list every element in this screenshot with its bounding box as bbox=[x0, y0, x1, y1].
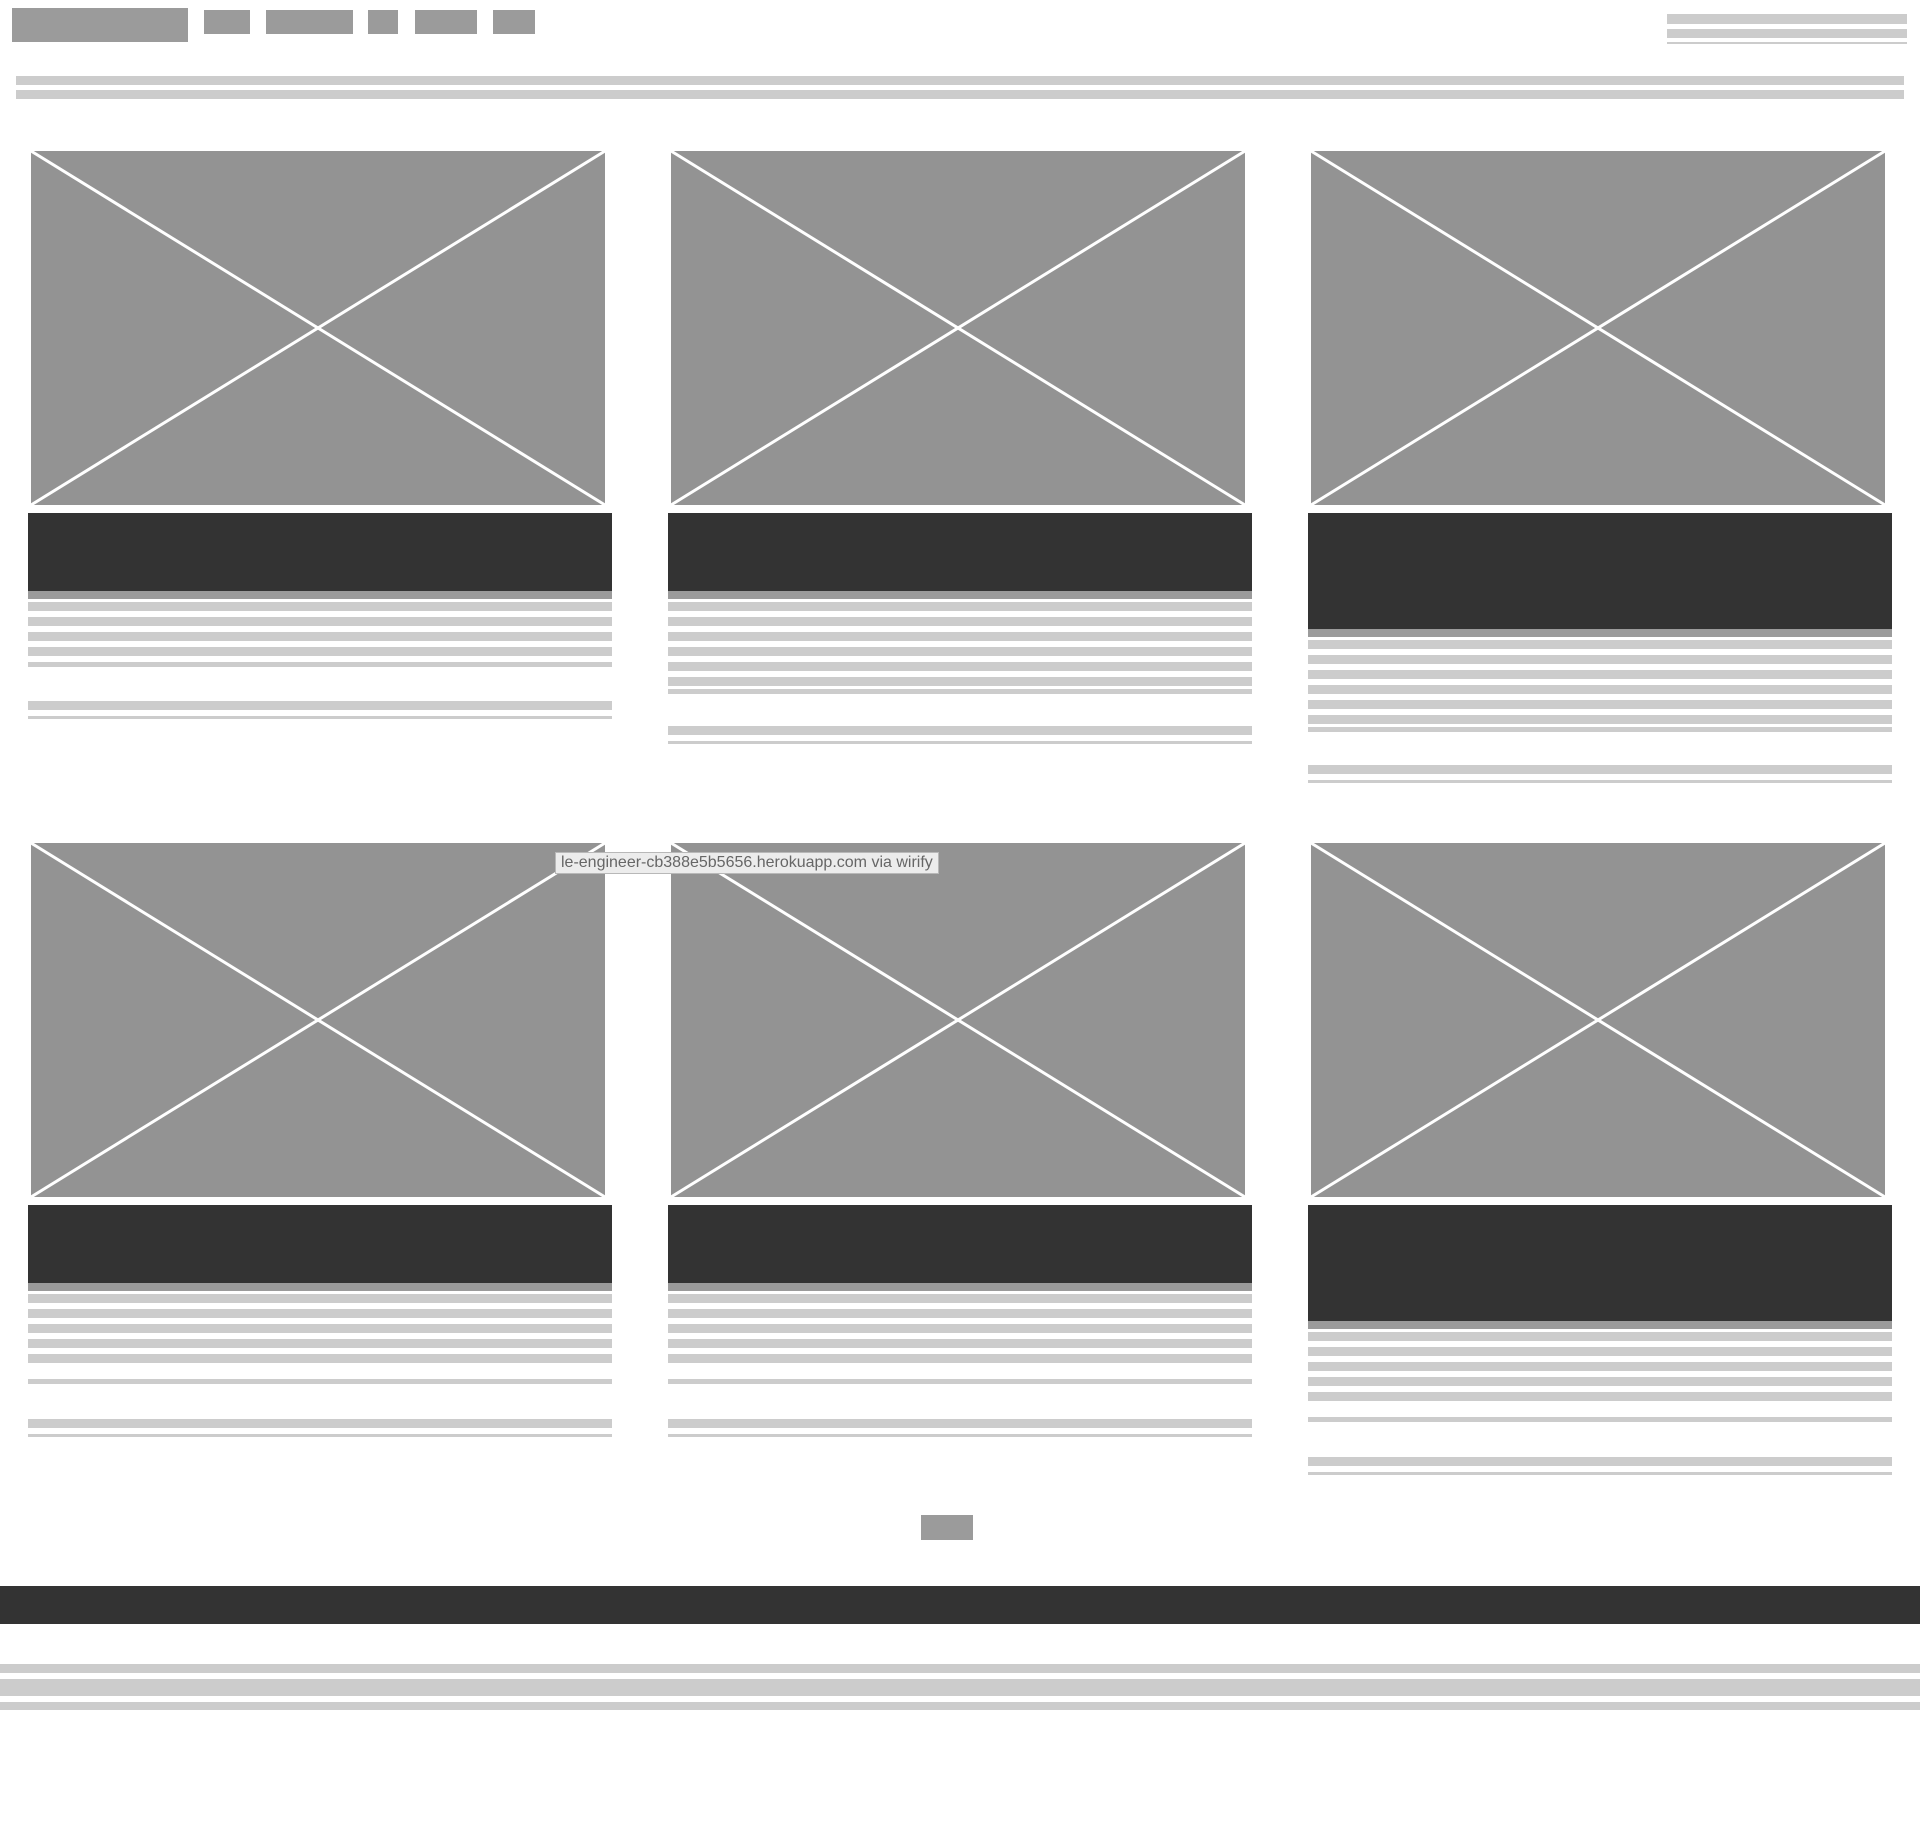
card-subtitle-line bbox=[1308, 1321, 1892, 1329]
card-footer-line bbox=[668, 1419, 1252, 1428]
nav-item-2[interactable] bbox=[266, 10, 353, 34]
card-text-line bbox=[28, 662, 612, 667]
card-text-line bbox=[1308, 670, 1892, 679]
card-footer-line bbox=[1308, 780, 1892, 783]
card-text-line bbox=[1308, 1362, 1892, 1371]
card-footer-line bbox=[1308, 1457, 1892, 1466]
card-title-band bbox=[1308, 513, 1892, 629]
card-title-band bbox=[668, 513, 1252, 591]
card-text-line bbox=[668, 647, 1252, 656]
footer-text-line-2 bbox=[0, 1679, 1920, 1696]
card-footer-line bbox=[28, 1434, 612, 1437]
card-text-line bbox=[668, 632, 1252, 641]
image-placeholder-icon bbox=[29, 149, 607, 507]
card-text-line bbox=[28, 1339, 612, 1348]
nav-item-4[interactable] bbox=[415, 10, 477, 34]
footer-text-line-3 bbox=[0, 1702, 1920, 1710]
image-placeholder-icon bbox=[1309, 841, 1887, 1199]
card-text-line bbox=[1308, 1347, 1892, 1356]
card-title-band bbox=[1308, 1205, 1892, 1321]
card-text-line bbox=[668, 1309, 1252, 1318]
card-text-line bbox=[28, 602, 612, 611]
card-text-line bbox=[1308, 1417, 1892, 1422]
footer-text-line-1 bbox=[0, 1664, 1920, 1673]
card-text-line bbox=[668, 1294, 1252, 1303]
nav-item-5[interactable] bbox=[493, 10, 535, 34]
card-text-line bbox=[1308, 727, 1892, 732]
card-title-band bbox=[28, 513, 612, 591]
card-footer-line bbox=[28, 701, 612, 710]
card-text-line bbox=[1308, 1392, 1892, 1401]
card-footer-line bbox=[1308, 1472, 1892, 1475]
card-text-line bbox=[668, 689, 1252, 694]
card-text-line bbox=[28, 1324, 612, 1333]
image-placeholder-icon bbox=[29, 841, 607, 1199]
image-placeholder-icon bbox=[1309, 149, 1887, 507]
card-text-line bbox=[28, 632, 612, 641]
card-text-line bbox=[668, 1354, 1252, 1363]
image-placeholder-icon bbox=[669, 841, 1247, 1199]
next-page-button[interactable] bbox=[921, 1515, 973, 1540]
url-tooltip: le-engineer-cb388e5b5656.herokuapp.com v… bbox=[555, 852, 939, 874]
card-text-line bbox=[1308, 1377, 1892, 1386]
nav-item-3[interactable] bbox=[368, 10, 398, 34]
intro-text-line-1 bbox=[16, 76, 1904, 85]
card-text-line bbox=[28, 1309, 612, 1318]
card-text-line bbox=[1308, 640, 1892, 649]
card-text-line bbox=[668, 1339, 1252, 1348]
card-footer-line bbox=[668, 726, 1252, 735]
card-text-line bbox=[1308, 700, 1892, 709]
card-text-line bbox=[28, 1294, 612, 1303]
card-footer-line bbox=[28, 1419, 612, 1428]
intro-text-line-2 bbox=[16, 90, 1904, 99]
card-text-line bbox=[668, 677, 1252, 686]
card-text-line bbox=[28, 1354, 612, 1363]
card-subtitle-line bbox=[1308, 629, 1892, 637]
card-subtitle-line bbox=[28, 1283, 612, 1291]
nav-item-1[interactable] bbox=[204, 10, 250, 34]
card-text-line bbox=[668, 1324, 1252, 1333]
card-footer-line bbox=[668, 741, 1252, 744]
card-text-line bbox=[1308, 715, 1892, 724]
image-placeholder-icon bbox=[669, 149, 1247, 507]
logo-placeholder[interactable] bbox=[12, 8, 188, 42]
card-text-line bbox=[1308, 655, 1892, 664]
card-footer-line bbox=[668, 1434, 1252, 1437]
card-text-line bbox=[668, 602, 1252, 611]
card-subtitle-line bbox=[28, 591, 612, 599]
card-text-line bbox=[668, 1379, 1252, 1384]
footer-bar bbox=[0, 1586, 1920, 1624]
card-text-line bbox=[1308, 685, 1892, 694]
card-text-line bbox=[1308, 1332, 1892, 1341]
card-text-line bbox=[28, 1379, 612, 1384]
card-subtitle-line bbox=[668, 591, 1252, 599]
card-subtitle-line bbox=[668, 1283, 1252, 1291]
card-title-band bbox=[28, 1205, 612, 1283]
card-text-line bbox=[668, 617, 1252, 626]
card-footer-line bbox=[28, 716, 612, 719]
card-text-line bbox=[668, 662, 1252, 671]
card-footer-line bbox=[1308, 765, 1892, 774]
header-text-line-3 bbox=[1667, 42, 1907, 44]
card-text-line bbox=[28, 617, 612, 626]
header-text-line-2 bbox=[1667, 29, 1907, 38]
card-title-band bbox=[668, 1205, 1252, 1283]
header-text-line-1 bbox=[1667, 14, 1907, 24]
card-text-line bbox=[28, 647, 612, 656]
